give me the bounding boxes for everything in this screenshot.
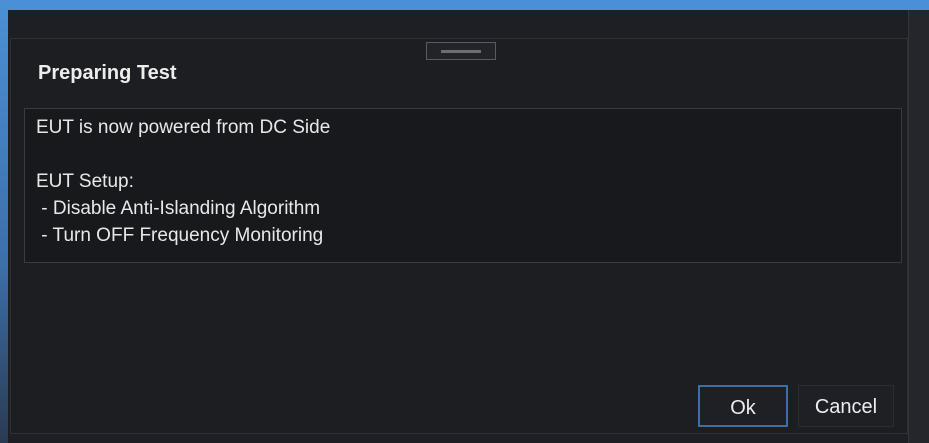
background-panel-edge: [908, 10, 929, 443]
cancel-button[interactable]: Cancel: [798, 385, 894, 427]
dialog-title: Preparing Test: [38, 62, 177, 84]
dialog-drag-handle[interactable]: [426, 42, 496, 60]
window-top-border: [0, 0, 929, 10]
message-line: - Disable Anti-Islanding Algorithm: [36, 198, 321, 219]
app-window: Preparing Test EUT is now powered from D…: [0, 0, 929, 443]
message-line: - Turn OFF Frequency Monitoring: [36, 225, 324, 246]
message-line: EUT is now powered from DC Side: [36, 117, 331, 138]
grip-icon: [441, 50, 481, 53]
window-left-border: [0, 0, 8, 443]
message-line: EUT Setup:: [36, 171, 134, 192]
ok-button[interactable]: Ok: [698, 385, 788, 427]
